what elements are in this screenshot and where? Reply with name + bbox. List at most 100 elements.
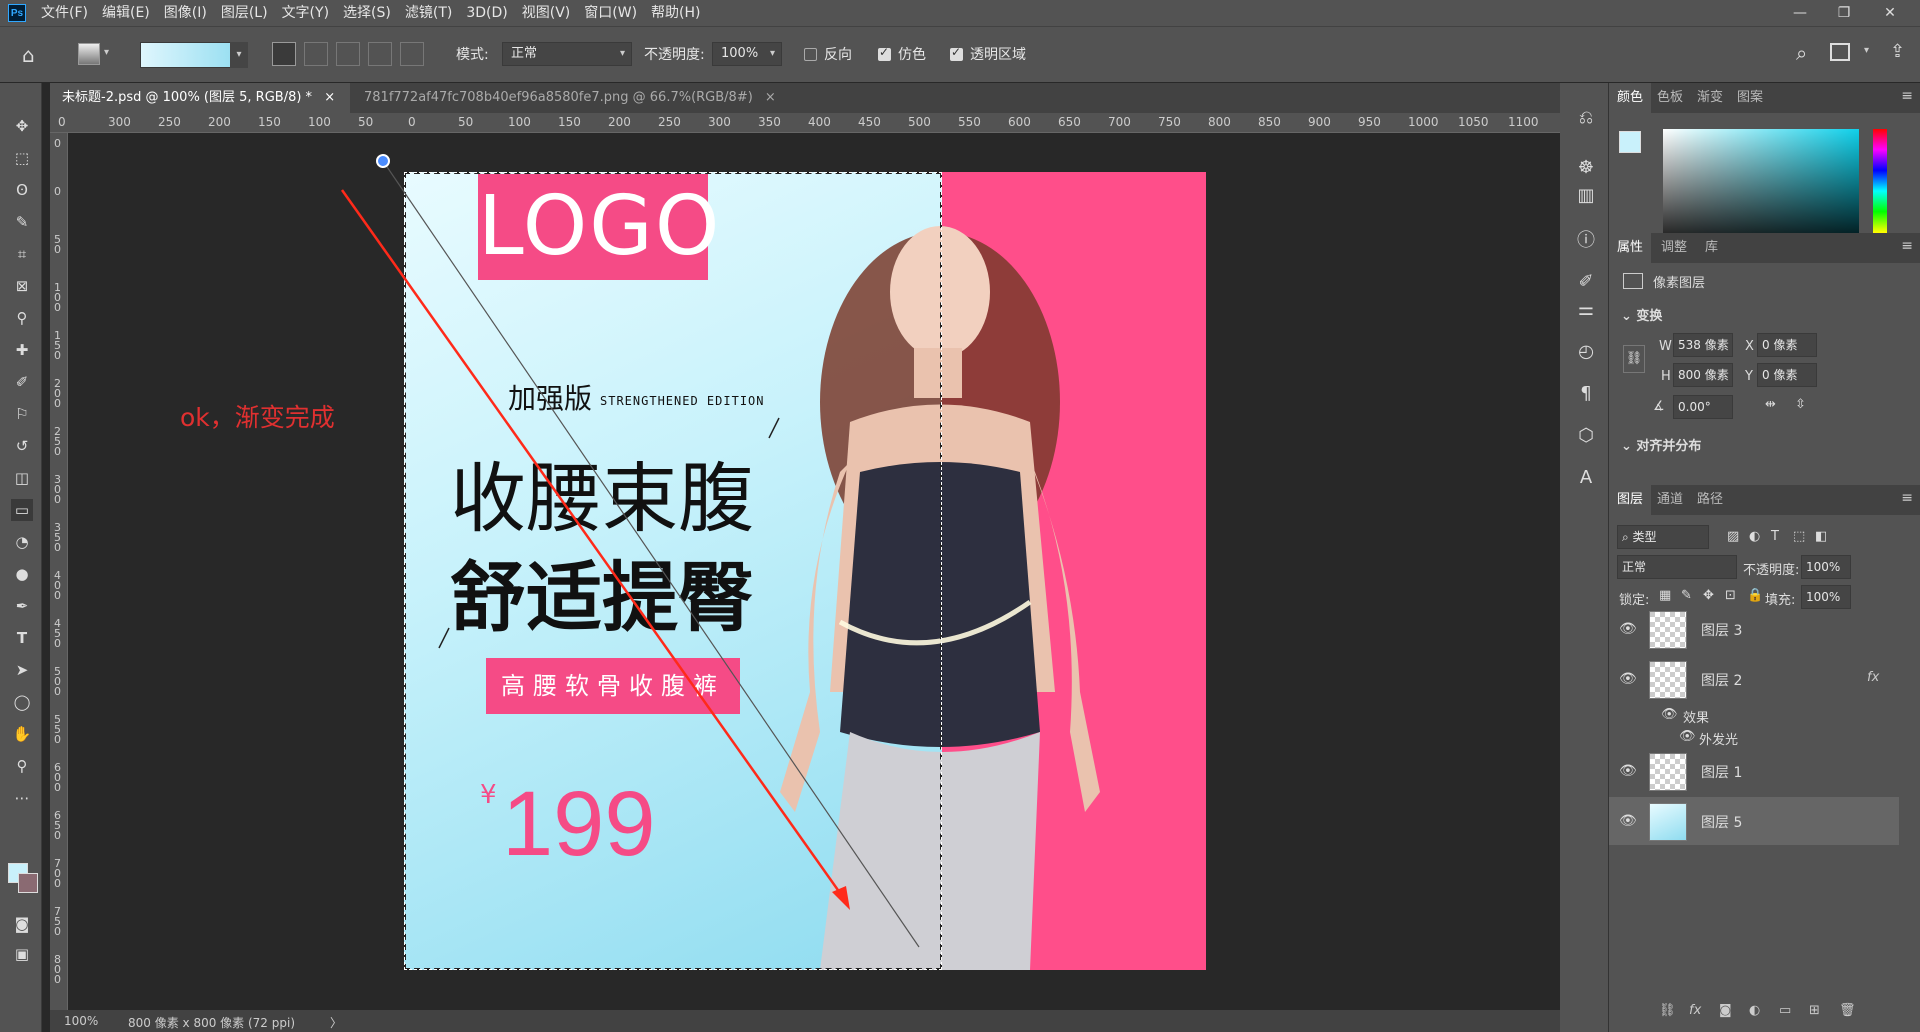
layer-filter-select[interactable]: ⌕ 类型	[1617, 525, 1709, 549]
decor-slash-1	[438, 627, 450, 649]
panel-icon-column: ⎌ ☸ ▥ ⓘ ✐ ⚌ ◴ ¶ ⬡ A	[1560, 83, 1608, 1032]
y-label: Y	[1745, 369, 1753, 384]
status-arrow-icon[interactable]: 〉	[330, 1014, 342, 1031]
brushes-icon[interactable]: ✐	[1574, 269, 1598, 293]
flip-horizontal-icon[interactable]: ⇹	[1765, 397, 1776, 412]
3d-cube-icon[interactable]: ⬡	[1574, 423, 1598, 447]
filter-type-icon[interactable]: T	[1771, 529, 1779, 544]
align-section[interactable]: ⌄ 对齐并分布	[1621, 435, 1701, 454]
tab-paths[interactable]: 路径	[1689, 485, 1731, 515]
lock-all-icon[interactable]: 🔒	[1747, 588, 1763, 603]
angle-icon: ∡	[1653, 399, 1665, 414]
close-window-button[interactable]: ✕	[1870, 0, 1910, 26]
link-icon[interactable]: ⛓	[1623, 345, 1645, 373]
layers-panel-tabs: 图层 通道 路径 ≡	[1609, 485, 1920, 515]
eye-icon[interactable]: 👁	[1619, 763, 1637, 779]
layer-kind: 像素图层	[1653, 276, 1706, 291]
minimize-button[interactable]: —	[1780, 0, 1820, 26]
layer-thumbnail	[1649, 661, 1687, 699]
tab-color[interactable]: 颜色	[1609, 83, 1652, 113]
w-label: W	[1659, 339, 1672, 354]
navigator-icon[interactable]: ☸	[1574, 155, 1598, 179]
character-icon[interactable]: A	[1574, 465, 1598, 489]
eye-icon[interactable]: 👁	[1661, 707, 1678, 722]
right-panels: 颜色 色板 渐变 图案 ≡ 属性 调整 库 ≡ 像素图层 ⌄ 变换 ⛓ W 53…	[1608, 83, 1920, 1032]
add-style-icon[interactable]: fx	[1689, 1003, 1701, 1018]
gradient-drag-line	[382, 160, 920, 948]
eye-icon[interactable]: 👁	[1619, 813, 1637, 829]
search-icon[interactable]: ⌕	[1796, 41, 1807, 65]
eye-icon[interactable]: 👁	[1679, 729, 1696, 744]
link-layers-icon[interactable]: ⛓	[1659, 1003, 1676, 1018]
layer-opacity-field[interactable]: 100%	[1801, 555, 1851, 579]
new-layer-icon[interactable]: ⊞	[1809, 1003, 1820, 1018]
flip-vertical-icon[interactable]: ⇳	[1795, 397, 1806, 412]
fg-color-swatch[interactable]	[1619, 131, 1641, 153]
x-label: X	[1745, 339, 1754, 354]
new-group-icon[interactable]: ▭	[1779, 1003, 1791, 1018]
histogram-icon[interactable]: ▥	[1574, 183, 1598, 207]
x-field[interactable]: 0 像素	[1757, 333, 1817, 357]
chevron-down-icon[interactable]: ▾	[1864, 45, 1869, 56]
blend-mode-select[interactable]: 正常	[1617, 555, 1737, 579]
annotation-arrowhead	[832, 886, 850, 910]
adjust-icon[interactable]: ⚌	[1574, 297, 1598, 321]
layer-row-2[interactable]: 👁 图层 2 fx	[1609, 655, 1899, 703]
fx-badge[interactable]: fx	[1867, 670, 1879, 685]
tab-patterns[interactable]: 图案	[1729, 83, 1771, 113]
share-icon[interactable]: ⇪	[1890, 41, 1905, 62]
workspace-icon[interactable]	[1830, 43, 1850, 61]
layer-row-1[interactable]: 👁 图层 1	[1609, 747, 1899, 795]
document-info: 800 像素 x 800 像素 (72 ppi)	[128, 1016, 295, 1030]
layer-name: 图层 5	[1701, 815, 1743, 831]
zoom-level[interactable]: 100%	[64, 1014, 98, 1028]
annotation-text: ok，渐变完成	[180, 403, 335, 432]
status-bar: 100% 800 像素 x 800 像素 (72 ppi) 〉	[50, 1010, 1560, 1032]
transform-section[interactable]: ⌄ 变换	[1621, 305, 1662, 324]
width-field[interactable]: 538 像素	[1673, 333, 1733, 357]
restore-button[interactable]: ❐	[1824, 0, 1864, 26]
panel-menu-icon[interactable]: ≡	[1901, 88, 1913, 104]
lock-transparent-icon[interactable]: ▦	[1659, 588, 1671, 603]
transform-title: 变换	[1636, 309, 1663, 324]
layer-thumbnail	[1649, 803, 1687, 841]
filter-label: 类型	[1632, 530, 1657, 544]
layer-row-5-selected[interactable]: 👁 图层 5	[1609, 797, 1899, 845]
layer-name: 图层 1	[1701, 765, 1743, 781]
effects-label[interactable]: 效果	[1683, 707, 1709, 726]
add-mask-icon[interactable]: ◙	[1719, 1003, 1732, 1018]
tab-adjustments[interactable]: 调整	[1653, 233, 1695, 263]
angle-field[interactable]: 0.00°	[1673, 395, 1733, 419]
filter-pixel-icon[interactable]: ▨	[1727, 529, 1739, 544]
tab-swatches[interactable]: 色板	[1649, 83, 1691, 113]
tab-channels[interactable]: 通道	[1649, 485, 1691, 515]
lock-pixels-icon[interactable]: ✎	[1681, 588, 1692, 603]
layer-thumbnail	[1649, 611, 1687, 649]
h-label: H	[1661, 369, 1671, 384]
clone-source-icon[interactable]: ◴	[1574, 339, 1598, 363]
lock-artboard-icon[interactable]: ⊡	[1725, 588, 1736, 603]
layer-name: 图层 3	[1701, 623, 1743, 639]
adjustment-layer-icon[interactable]: ◐	[1749, 1003, 1760, 1018]
y-field[interactable]: 0 像素	[1757, 363, 1817, 387]
tab-libraries[interactable]: 库	[1697, 233, 1726, 263]
tab-layers[interactable]: 图层	[1609, 485, 1652, 515]
eye-icon[interactable]: 👁	[1619, 621, 1637, 637]
filter-smart-icon[interactable]: ◧	[1815, 529, 1827, 544]
paragraph-icon[interactable]: ¶	[1574, 381, 1598, 405]
layer-row-3[interactable]: 👁 图层 3	[1609, 605, 1899, 653]
panel-menu-icon[interactable]: ≡	[1901, 490, 1913, 506]
info-icon[interactable]: ⓘ	[1574, 227, 1598, 251]
panel-menu-icon[interactable]: ≡	[1901, 238, 1913, 254]
eye-icon[interactable]: 👁	[1619, 671, 1637, 687]
trash-icon[interactable]: 🗑	[1839, 1003, 1856, 1018]
filter-shape-icon[interactable]: ⬚	[1793, 529, 1805, 544]
tab-properties[interactable]: 属性	[1609, 233, 1652, 263]
outer-glow-effect[interactable]: 外发光	[1699, 729, 1738, 748]
history-icon[interactable]: ⎌	[1574, 105, 1598, 129]
tab-gradients[interactable]: 渐变	[1689, 83, 1731, 113]
gradient-drag-overlay	[340, 154, 920, 948]
height-field[interactable]: 800 像素	[1673, 363, 1733, 387]
lock-position-icon[interactable]: ✥	[1703, 588, 1714, 603]
filter-adjust-icon[interactable]: ◐	[1749, 529, 1760, 544]
